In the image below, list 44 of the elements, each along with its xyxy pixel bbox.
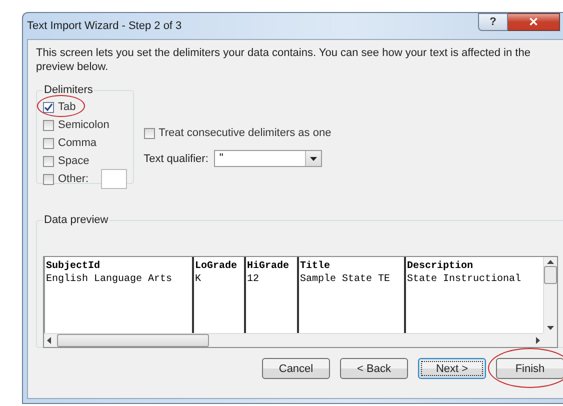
scroll-up-icon[interactable] [547, 260, 554, 264]
preview-cell-text: Sample State TE [299, 273, 392, 286]
checkbox[interactable] [43, 156, 54, 166]
close-button[interactable]: ✕ [508, 13, 560, 31]
checkbox[interactable] [43, 174, 54, 184]
checkbox[interactable] [43, 120, 54, 130]
dropdown-arrow-icon[interactable] [310, 156, 318, 160]
wizard-button[interactable]: Finish [496, 358, 563, 379]
preview-cell-text: K [194, 273, 202, 286]
checkbox[interactable] [43, 102, 54, 112]
column-header: Description [406, 260, 474, 273]
checkbox-label[interactable]: Treat consecutive delimiters as one [158, 127, 332, 139]
column-header: HiGrade [246, 260, 290, 273]
scroll-thumb[interactable] [57, 334, 209, 347]
wizard-button[interactable]: < Back [340, 358, 408, 379]
column-header: SubjectId [45, 260, 102, 273]
instructions-text: This screen lets you set the delimiters your data contains. You can see how your text is affected in the preview below. [36, 46, 532, 74]
scroll-thumb[interactable] [544, 266, 557, 284]
group-title: Delimiters [43, 84, 94, 96]
checkbox-label[interactable]: Tab [58, 101, 76, 113]
checkbox-label[interactable]: Comma [58, 137, 97, 149]
scroll-right-icon[interactable] [536, 337, 540, 344]
scroll-left-icon[interactable] [47, 337, 51, 344]
preview-cell-text: State Instructional [406, 273, 522, 286]
checkbox[interactable] [144, 128, 155, 138]
checkbox-label[interactable]: Space [58, 155, 90, 167]
qualifier-dropdown[interactable]: " [214, 150, 322, 167]
input-field[interactable] [100, 169, 127, 189]
checkbox-label[interactable]: Semicolon [58, 119, 110, 131]
column-header: LoGrade [194, 260, 238, 273]
field-label: Text qualifier: [144, 152, 208, 164]
preview-cell-text: English Language Arts [45, 273, 174, 286]
checkbox[interactable] [43, 138, 54, 148]
group-title: Data preview [43, 214, 110, 226]
horizontal-scrollbar[interactable] [44, 333, 543, 347]
wizard-button[interactable]: Next > [418, 358, 486, 379]
scroll-down-icon[interactable] [547, 326, 554, 330]
column-header: Title [299, 260, 332, 273]
vertical-scrollbar[interactable] [543, 257, 557, 333]
wizard-button[interactable]: Cancel [262, 358, 330, 379]
preview-cell-text: 12 [246, 273, 260, 286]
window-title: Text Import Wizard - Step 2 of 3 [27, 20, 183, 32]
help-button[interactable]: ? [478, 13, 508, 31]
checkbox-label[interactable]: Other: [58, 173, 89, 185]
